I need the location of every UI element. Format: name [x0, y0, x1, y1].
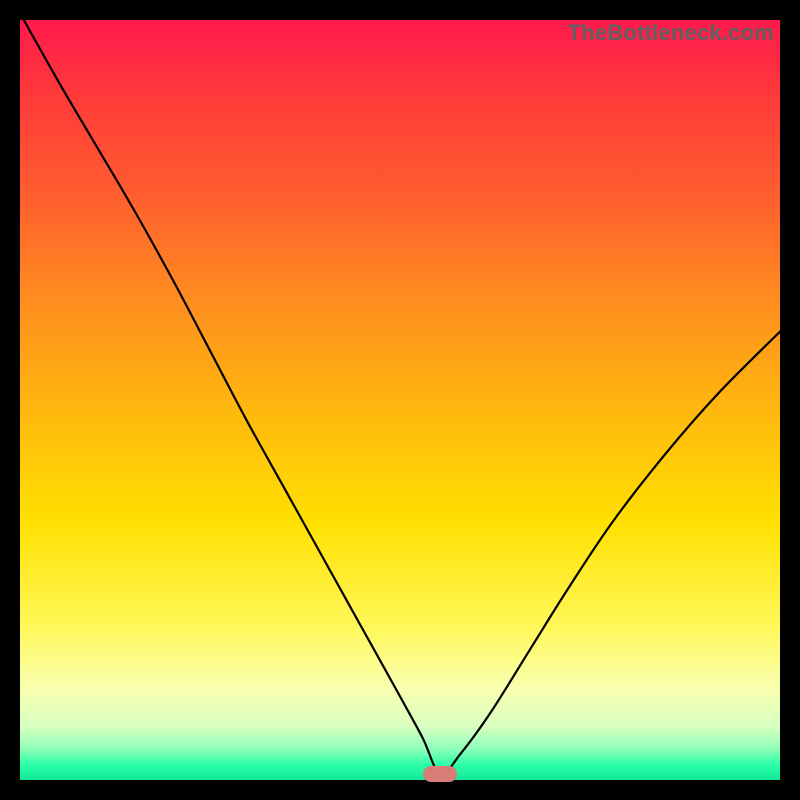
bottleneck-curve [20, 20, 780, 780]
optimum-marker [423, 766, 457, 782]
plot-area: TheBottleneck.com [20, 20, 780, 780]
chart-frame: TheBottleneck.com [0, 0, 800, 800]
